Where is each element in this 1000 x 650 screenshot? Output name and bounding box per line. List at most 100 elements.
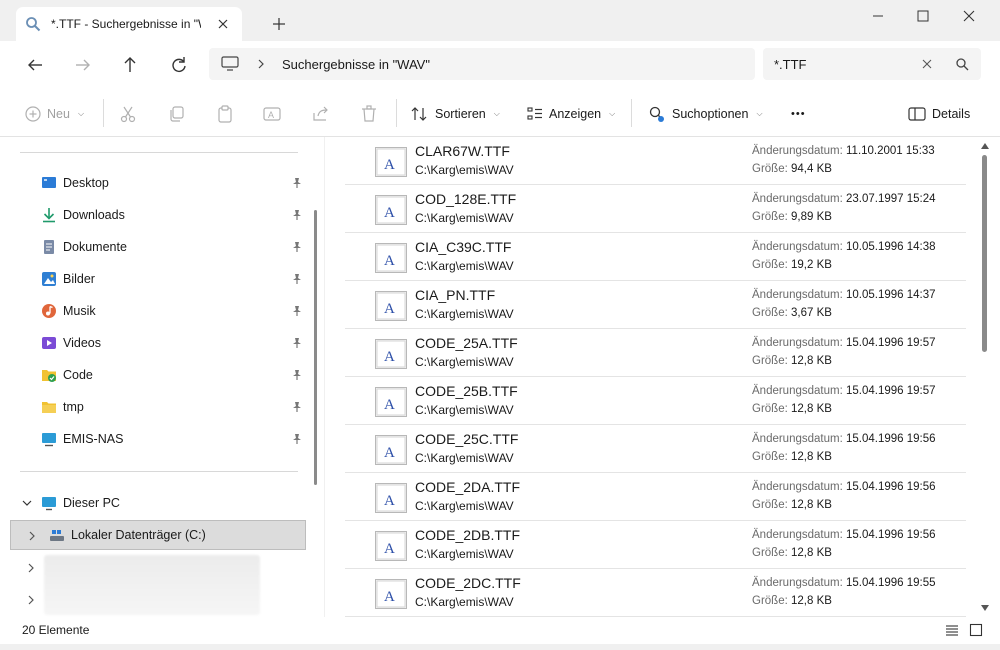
file-size: Größe: 3,67 KB xyxy=(752,307,832,319)
pin-icon[interactable] xyxy=(291,433,303,445)
sort-button[interactable]: Sortieren ⌵ xyxy=(411,103,500,125)
content-scrollbar[interactable] xyxy=(978,137,992,618)
table-row[interactable]: A CODE_2DB.TTF C:\Karg\emis\WAV Änderungsda… xyxy=(345,521,966,569)
sidebar-item-code[interactable]: Code xyxy=(10,361,306,389)
pin-icon[interactable] xyxy=(291,369,303,381)
copy-icon[interactable] xyxy=(167,104,187,124)
file-name[interactable]: CIA_C39C.TTF xyxy=(415,239,511,255)
table-row[interactable]: A CODE_25C.TTF C:\Karg\emis\WAV Änderungsda… xyxy=(345,425,966,473)
chevron-down-icon[interactable] xyxy=(22,498,32,508)
chevron-down-icon: ⌵ xyxy=(609,109,616,118)
chevron-right-icon[interactable] xyxy=(26,595,36,605)
font-file-icon: A xyxy=(375,435,407,465)
sidebar-item-downloads[interactable]: Downloads xyxy=(10,201,306,229)
more-options-button[interactable]: ••• xyxy=(791,103,806,125)
videos-icon xyxy=(42,337,56,349)
maximize-button[interactable] xyxy=(900,4,946,28)
pictures-icon xyxy=(42,272,56,286)
scroll-thumb[interactable] xyxy=(982,155,987,352)
scroll-up-icon[interactable] xyxy=(981,143,989,149)
table-row[interactable]: A CODE_25B.TTF C:\Karg\emis\WAV Änderungsda… xyxy=(345,377,966,425)
sidebar-item-tmp[interactable]: tmp xyxy=(10,393,306,421)
search-options-button[interactable]: Suchoptionen ⌵ xyxy=(648,103,763,125)
forward-arrow-icon[interactable] xyxy=(72,54,94,76)
close-tab-icon[interactable] xyxy=(215,16,231,32)
search-input[interactable]: *.TTF xyxy=(774,57,807,72)
refresh-icon[interactable] xyxy=(168,54,190,76)
sidebar-item-videos[interactable]: Videos xyxy=(10,329,306,357)
font-file-icon: A xyxy=(375,339,407,369)
sidebar-item-music[interactable]: Musik xyxy=(10,297,306,325)
view-button[interactable]: Anzeigen ⌵ xyxy=(527,103,615,125)
details-pane-button[interactable]: Details xyxy=(908,103,970,125)
pin-icon[interactable] xyxy=(291,273,303,285)
scroll-down-icon[interactable] xyxy=(981,605,989,611)
delete-icon[interactable] xyxy=(359,104,379,124)
modified-label: Änderungsdatum: xyxy=(752,481,843,493)
file-name[interactable]: CODE_2DB.TTF xyxy=(415,527,520,543)
file-name[interactable]: CODE_25C.TTF xyxy=(415,431,518,447)
window-edge xyxy=(0,644,1000,650)
paste-icon[interactable] xyxy=(215,104,235,124)
details-view-icon[interactable] xyxy=(945,623,959,637)
file-name[interactable]: CODE_25B.TTF xyxy=(415,383,518,399)
modified-value: 10.05.1996 14:37 xyxy=(846,289,936,301)
sidebar-item-desktop[interactable]: Desktop xyxy=(10,169,306,197)
tree-item-local-drive[interactable]: Lokaler Datenträger (C:) xyxy=(10,520,306,550)
sidebar-item-pictures[interactable]: Bilder xyxy=(10,265,306,293)
file-name[interactable]: CODE_25A.TTF xyxy=(415,335,518,351)
pin-icon[interactable] xyxy=(291,209,303,221)
pin-icon[interactable] xyxy=(291,177,303,189)
nav-scrollbar[interactable] xyxy=(314,210,317,485)
tiles-view-icon[interactable] xyxy=(969,623,983,637)
file-name[interactable]: CODE_2DA.TTF xyxy=(415,479,520,495)
file-size: Größe: 12,8 KB xyxy=(752,499,832,511)
breadcrumb[interactable]: Suchergebnisse in "WAV" xyxy=(282,57,430,72)
file-name[interactable]: COD_128E.TTF xyxy=(415,191,516,207)
new-button[interactable]: Neu ⌵ xyxy=(25,103,84,125)
toolbar-separator xyxy=(396,99,397,127)
tree-item-this-pc[interactable]: Dieser PC xyxy=(10,488,306,518)
plus-icon[interactable] xyxy=(270,15,288,33)
file-name[interactable]: CODE_2DC.TTF xyxy=(415,575,521,591)
table-row[interactable]: A CODE_2DA.TTF C:\Karg\emis\WAV Änderungsda… xyxy=(345,473,966,521)
table-row[interactable]: A CIA_PN.TTF C:\Karg\emis\WAV Änderungsdatu… xyxy=(345,281,966,329)
pin-icon[interactable] xyxy=(291,401,303,413)
modified-label: Änderungsdatum: xyxy=(752,193,843,205)
font-file-icon: A xyxy=(375,147,407,177)
network-drive-icon xyxy=(42,433,56,447)
pin-icon[interactable] xyxy=(291,241,303,253)
search-box[interactable]: *.TTF xyxy=(763,48,981,80)
close-window-button[interactable] xyxy=(946,4,992,28)
pin-icon[interactable] xyxy=(291,305,303,317)
sidebar-item-documents[interactable]: Dokumente xyxy=(10,233,306,261)
table-row[interactable]: A CODE_25A.TTF C:\Karg\emis\WAV Änderungsda… xyxy=(345,329,966,377)
file-name[interactable]: CLAR67W.TTF xyxy=(415,143,510,159)
table-row[interactable]: A CLAR67W.TTF C:\Karg\emis\WAV Änderungsdat… xyxy=(345,137,966,185)
size-value: 12,8 KB xyxy=(791,595,832,607)
tab-search-results[interactable]: *.TTF - Suchergebnisse in "WAV" xyxy=(16,7,242,41)
size-label: Größe: xyxy=(752,547,788,559)
chevron-right-icon[interactable] xyxy=(27,531,37,541)
clear-search-icon[interactable] xyxy=(921,58,933,70)
plus-circle-icon xyxy=(25,106,41,122)
sidebar-item-emis-nas[interactable]: EMIS-NAS xyxy=(10,425,306,453)
table-row[interactable]: A CIA_C39C.TTF C:\Karg\emis\WAV Änderungsda… xyxy=(345,233,966,281)
modified-date: Änderungsdatum: 10.05.1996 14:38 xyxy=(752,241,936,253)
minimize-button[interactable] xyxy=(855,4,901,28)
pin-icon[interactable] xyxy=(291,337,303,349)
address-bar[interactable]: Suchergebnisse in "WAV" xyxy=(209,48,755,80)
cut-icon[interactable] xyxy=(118,104,138,124)
table-row[interactable]: A CODE_2DC.TTF C:\Karg\emis\WAV Änderungsda… xyxy=(345,569,966,617)
file-path: C:\Karg\emis\WAV xyxy=(415,163,514,177)
chevron-right-icon[interactable] xyxy=(26,563,36,573)
share-icon[interactable] xyxy=(311,104,331,124)
back-arrow-icon[interactable] xyxy=(24,54,46,76)
document-icon xyxy=(44,240,54,254)
file-name[interactable]: CIA_PN.TTF xyxy=(415,287,495,303)
rename-icon[interactable]: A xyxy=(262,104,282,124)
table-row[interactable]: A COD_128E.TTF C:\Karg\emis\WAV Änderungsda… xyxy=(345,185,966,233)
divider xyxy=(20,471,298,472)
up-arrow-icon[interactable] xyxy=(119,54,141,76)
search-icon[interactable] xyxy=(955,57,969,71)
